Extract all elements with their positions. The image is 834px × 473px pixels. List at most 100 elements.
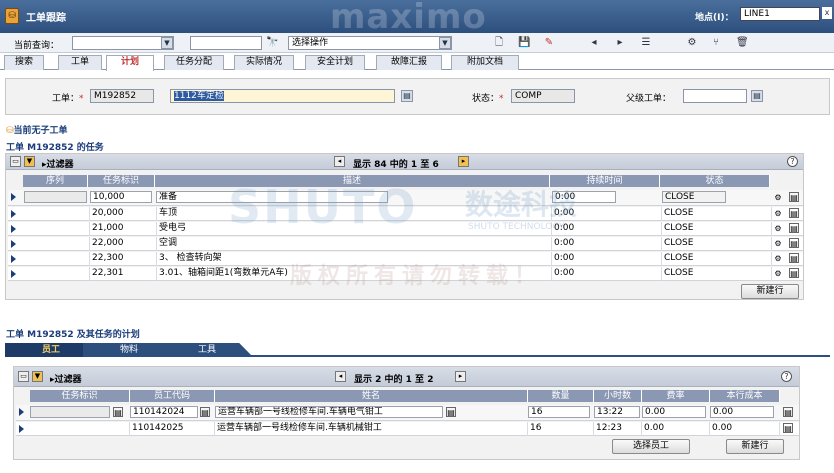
action-select[interactable]: 选择操作: [288, 36, 452, 50]
col-hours[interactable]: 小时数: [594, 390, 642, 402]
route-icon[interactable]: ⚙: [773, 239, 783, 249]
col-sequence[interactable]: 序列: [23, 175, 88, 187]
wo-description-field[interactable]: 1112车定检: [170, 89, 395, 103]
main-tabs: 搜索 工单 计划 任务分配 实际情况 安全计划 故障汇报 附加文档: [0, 53, 834, 71]
route-icon[interactable]: ⚙: [773, 224, 783, 234]
col-labor-code[interactable]: 员工代码: [130, 390, 215, 402]
collapse-icon[interactable]: ▭: [10, 156, 21, 167]
table-row[interactable]: 22,000 空调 0:00 CLOSE ⚙ ▤: [8, 237, 803, 251]
parent-wo-field[interactable]: [683, 89, 747, 103]
binoculars-icon[interactable]: 🔭: [266, 37, 278, 49]
line-cost-cell: 0.00: [710, 422, 780, 436]
hierarchy-icon[interactable]: ⑂: [710, 37, 722, 49]
new-record-icon[interactable]: 🗋: [493, 37, 505, 49]
next-page-icon[interactable]: ▸: [458, 156, 469, 167]
row-expand-icon[interactable]: [19, 425, 24, 433]
tab-attachments[interactable]: 附加文档: [451, 55, 519, 70]
task-id-field[interactable]: 10,000: [90, 191, 152, 203]
row-expand-icon[interactable]: [11, 255, 16, 263]
route-icon[interactable]: ⚙: [773, 209, 783, 219]
status-field[interactable]: CLOSE: [662, 191, 726, 203]
tab-safety-plan[interactable]: 安全计划: [305, 55, 365, 70]
parent-lookup-icon[interactable]: ▤: [751, 90, 763, 102]
wo-number-field[interactable]: M192852: [90, 89, 154, 103]
row-expand-icon[interactable]: [19, 408, 24, 416]
row-expand-icon[interactable]: [11, 210, 16, 218]
name-field[interactable]: 运营车辆部一号线检修车间.车辆电气钳工: [215, 406, 443, 418]
previous-icon[interactable]: ◂: [588, 37, 600, 49]
row-expand-icon[interactable]: [11, 225, 16, 233]
labor-new-row-button[interactable]: 新建行: [726, 439, 784, 454]
close-icon[interactable]: x: [822, 7, 832, 19]
tab-failure-report[interactable]: 故障汇报: [376, 55, 442, 70]
delete-row-icon[interactable]: ▤: [789, 223, 799, 233]
delete-row-icon[interactable]: ▤: [783, 423, 793, 433]
filter-menu-icon[interactable]: ▼: [24, 156, 35, 167]
rate-field[interactable]: 0.00: [642, 406, 706, 418]
site-field[interactable]: LINE1: [740, 7, 820, 21]
col-task-id[interactable]: 任务标识: [30, 390, 130, 402]
long-description-icon[interactable]: ▤: [401, 90, 413, 102]
delete-row-icon[interactable]: ▤: [789, 238, 799, 248]
row-expand-icon[interactable]: [11, 240, 16, 248]
col-line-cost[interactable]: 本行成本: [710, 390, 780, 402]
save-icon[interactable]: 💾: [518, 37, 530, 49]
list-icon[interactable]: ☰: [640, 37, 652, 49]
tab-work-order[interactable]: 工单: [58, 55, 102, 70]
row-expand-icon[interactable]: [11, 270, 16, 278]
filter-menu-icon[interactable]: ▼: [32, 371, 43, 382]
clear-icon[interactable]: ✎: [543, 37, 555, 49]
tasks-new-row-button[interactable]: 新建行: [741, 284, 799, 299]
delete-row-icon[interactable]: ▤: [789, 268, 799, 278]
route-icon[interactable]: ⚙: [773, 269, 783, 279]
delete-row-icon[interactable]: ▤: [789, 192, 799, 202]
query-dropdown-icon[interactable]: ▼: [161, 37, 173, 49]
query-select[interactable]: [72, 36, 174, 50]
labor-code-field[interactable]: 110142024: [130, 406, 198, 418]
route-icon[interactable]: ⚙: [773, 193, 783, 203]
prev-page-icon[interactable]: ◂: [335, 371, 346, 382]
col-quantity[interactable]: 数量: [528, 390, 594, 402]
task-id-field[interactable]: [30, 406, 110, 418]
table-row[interactable]: ▤ 110142024 ▤ 运营车辆部一号线检修车间.车辆电气钳工 ▤ 16 1…: [16, 405, 799, 421]
select-labor-button[interactable]: 选择员工: [612, 439, 690, 454]
labor-lookup-icon[interactable]: ▤: [200, 407, 210, 417]
name-detail-icon[interactable]: ▤: [446, 407, 456, 417]
subtab-tools[interactable]: 工具: [161, 343, 253, 357]
delete-row-icon[interactable]: ▤: [783, 407, 793, 417]
line-cost-field[interactable]: 0.00: [710, 406, 774, 418]
tab-search[interactable]: 搜索: [4, 55, 44, 70]
help-icon[interactable]: ?: [781, 371, 792, 382]
delete-row-icon[interactable]: ▤: [789, 208, 799, 218]
tab-plan[interactable]: 计划: [106, 55, 154, 71]
collapse-icon[interactable]: ▭: [18, 371, 29, 382]
status-cell: CLOSE: [662, 207, 772, 221]
no-children-link[interactable]: ⛁当前无子工单: [6, 123, 68, 136]
next-page-icon[interactable]: ▸: [455, 371, 466, 382]
filter-label[interactable]: ▸过滤器: [42, 157, 74, 170]
next-icon[interactable]: ▸: [614, 37, 626, 49]
delete-row-icon[interactable]: ▤: [789, 253, 799, 263]
route-icon[interactable]: ⚙: [773, 254, 783, 264]
col-name[interactable]: 姓名: [215, 390, 528, 402]
tab-assignments[interactable]: 任务分配: [164, 55, 224, 70]
col-task-id[interactable]: 任务标识: [88, 175, 155, 187]
col-status[interactable]: 状态: [660, 175, 770, 187]
prev-page-icon[interactable]: ◂: [334, 156, 345, 167]
table-row[interactable]: 110142025 运营车辆部一号线检修车间.车辆机械钳工 16 12:23 0…: [16, 422, 799, 436]
task-lookup-icon[interactable]: ▤: [113, 407, 123, 417]
filter-label[interactable]: ▸过滤器: [50, 372, 82, 385]
task-id-cell: 22,300: [90, 252, 157, 266]
hours-field[interactable]: 13:22: [594, 406, 640, 418]
action-dropdown-icon[interactable]: ▼: [439, 37, 451, 49]
delete-icon[interactable]: 🗑: [736, 37, 749, 49]
status-field[interactable]: COMP: [511, 89, 575, 103]
row-expand-icon[interactable]: [11, 193, 16, 201]
tab-actuals[interactable]: 实际情况: [234, 55, 294, 70]
route-workflow-icon[interactable]: ⚙: [686, 37, 698, 49]
quantity-field[interactable]: 16: [528, 406, 590, 418]
search-input[interactable]: [190, 36, 262, 50]
help-icon[interactable]: ?: [787, 156, 798, 167]
seq-field[interactable]: [24, 191, 87, 203]
col-rate[interactable]: 费率: [642, 390, 710, 402]
